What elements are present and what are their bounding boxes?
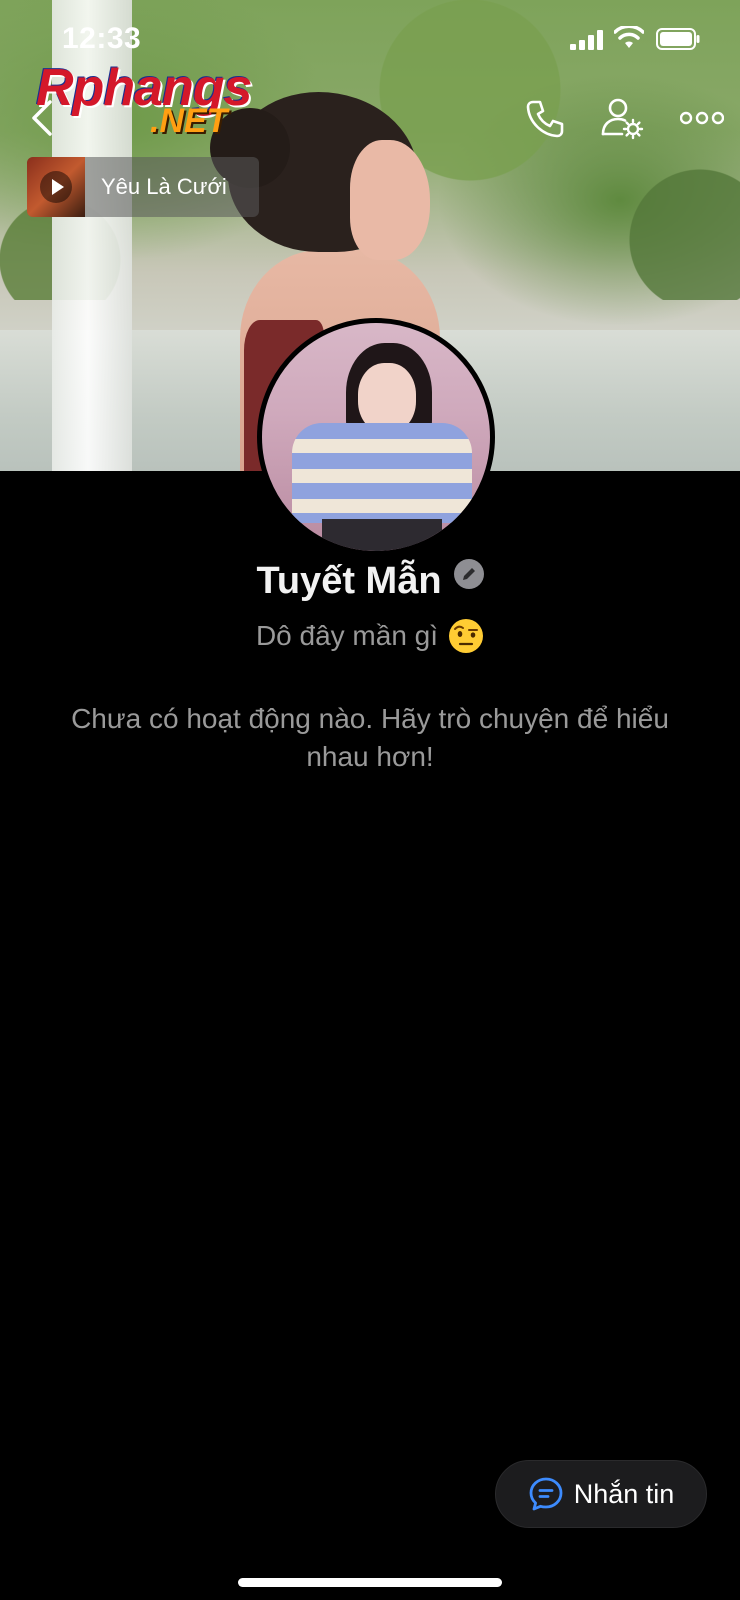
avatar-shirt [292, 423, 472, 523]
phone-icon[interactable] [524, 98, 566, 140]
edit-icon[interactable] [453, 559, 484, 589]
watermark-logo: Rphangs .NET [36, 58, 266, 140]
avatar[interactable] [257, 318, 495, 556]
chat-bubble-icon [529, 1477, 563, 1511]
signal-icon [570, 30, 603, 50]
profile-bio-row: Dô đây mần gì [0, 614, 740, 658]
cover-person-face [350, 140, 430, 260]
user-settings-icon[interactable] [600, 96, 644, 140]
play-icon[interactable] [40, 171, 72, 203]
raised-eyebrow-emoji-icon [449, 619, 484, 653]
back-icon[interactable] [24, 96, 60, 140]
profile-music-chip[interactable]: Yêu Là Cưới [27, 157, 259, 217]
avatar-pants [322, 519, 442, 551]
wifi-icon [614, 26, 644, 48]
send-message-label: Nhắn tin [573, 1478, 675, 1509]
profile-name-row: Tuyết Mẫn [0, 556, 740, 606]
music-title: Yêu Là Cưới [101, 174, 227, 199]
profile-bio: Dô đây mần gì [255, 620, 439, 651]
send-message-button[interactable]: Nhắn tin [495, 1460, 707, 1528]
music-thumbnail [27, 157, 85, 217]
status-time: 12:33 [62, 22, 142, 55]
watermark-sub: .NET [150, 102, 228, 140]
more-icon[interactable] [680, 108, 724, 128]
profile-name: Tuyết Mẫn [256, 559, 442, 602]
empty-feed-message: Chưa có hoạt động nào. Hãy trò chuyện để… [71, 703, 669, 772]
battery-icon [656, 28, 700, 50]
home-indicator[interactable] [238, 1578, 502, 1587]
